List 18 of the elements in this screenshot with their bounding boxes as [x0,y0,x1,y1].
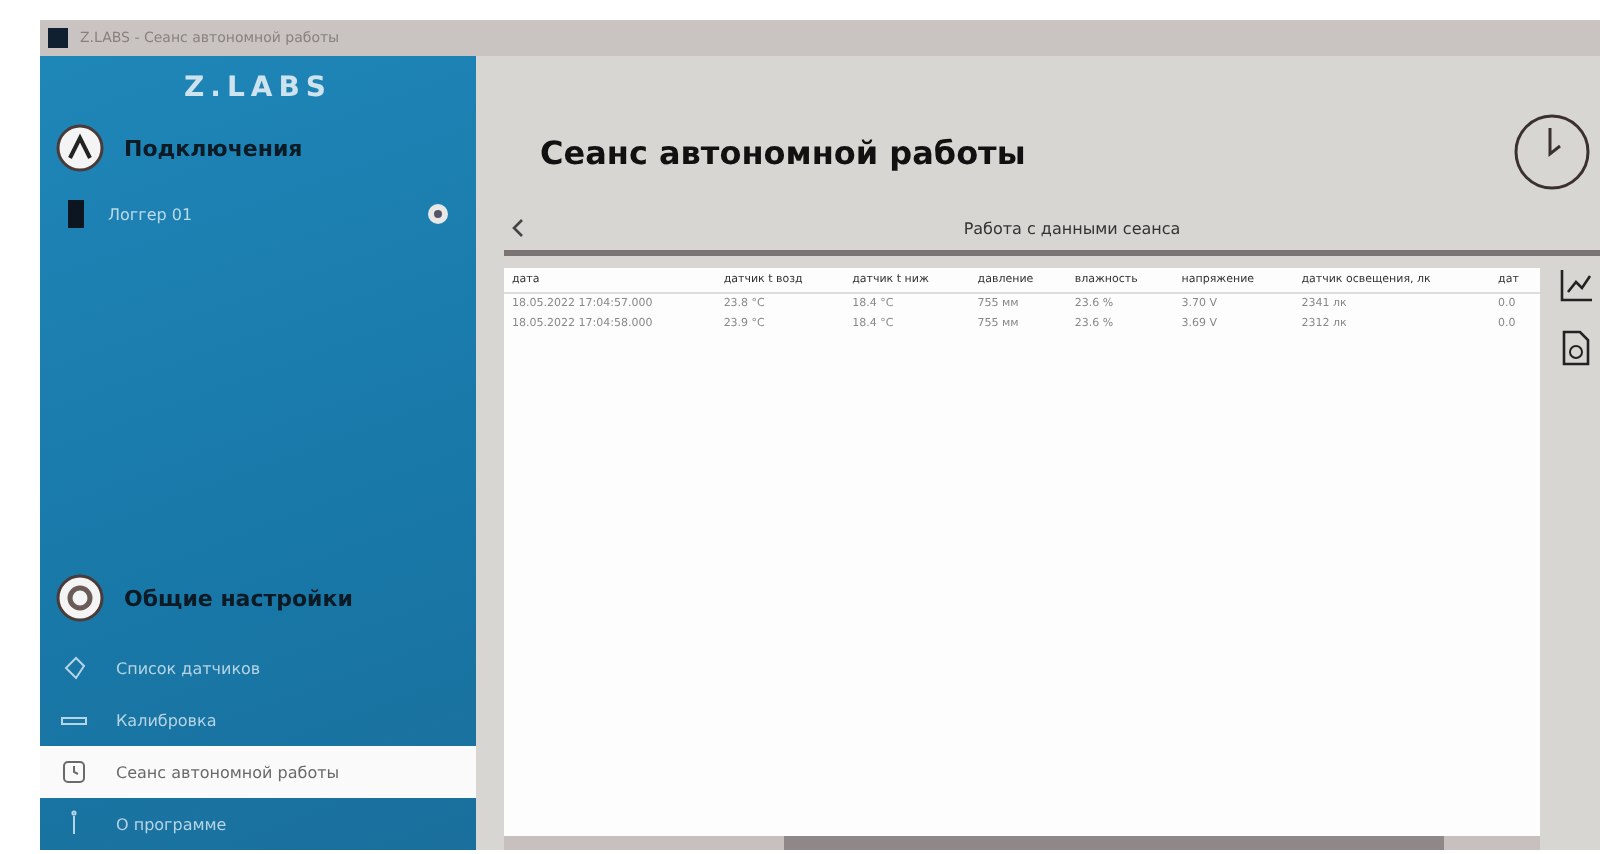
chart-icon [1558,268,1594,304]
page-title: Сеанс автономной работы [540,133,1026,171]
section-title: Подключения [124,135,303,161]
connect-icon[interactable] [428,204,448,224]
logo: Z.LABS [184,72,332,104]
section-title: Общие настройки [124,585,353,611]
document-icon [1560,330,1592,366]
back-icon [512,218,524,238]
clock-icon [60,758,88,786]
sidebar-item[interactable]: Сеанс автономной работы [40,746,476,798]
app-icon [48,28,68,48]
device-icon [68,200,84,228]
tag-icon [60,654,88,682]
connection-icon [56,124,104,172]
section-subtitle: Работа с данными сеанса [961,219,1183,237]
scrollbar[interactable] [504,836,1540,850]
clock-icon [1512,112,1592,192]
gear-icon [56,574,104,622]
